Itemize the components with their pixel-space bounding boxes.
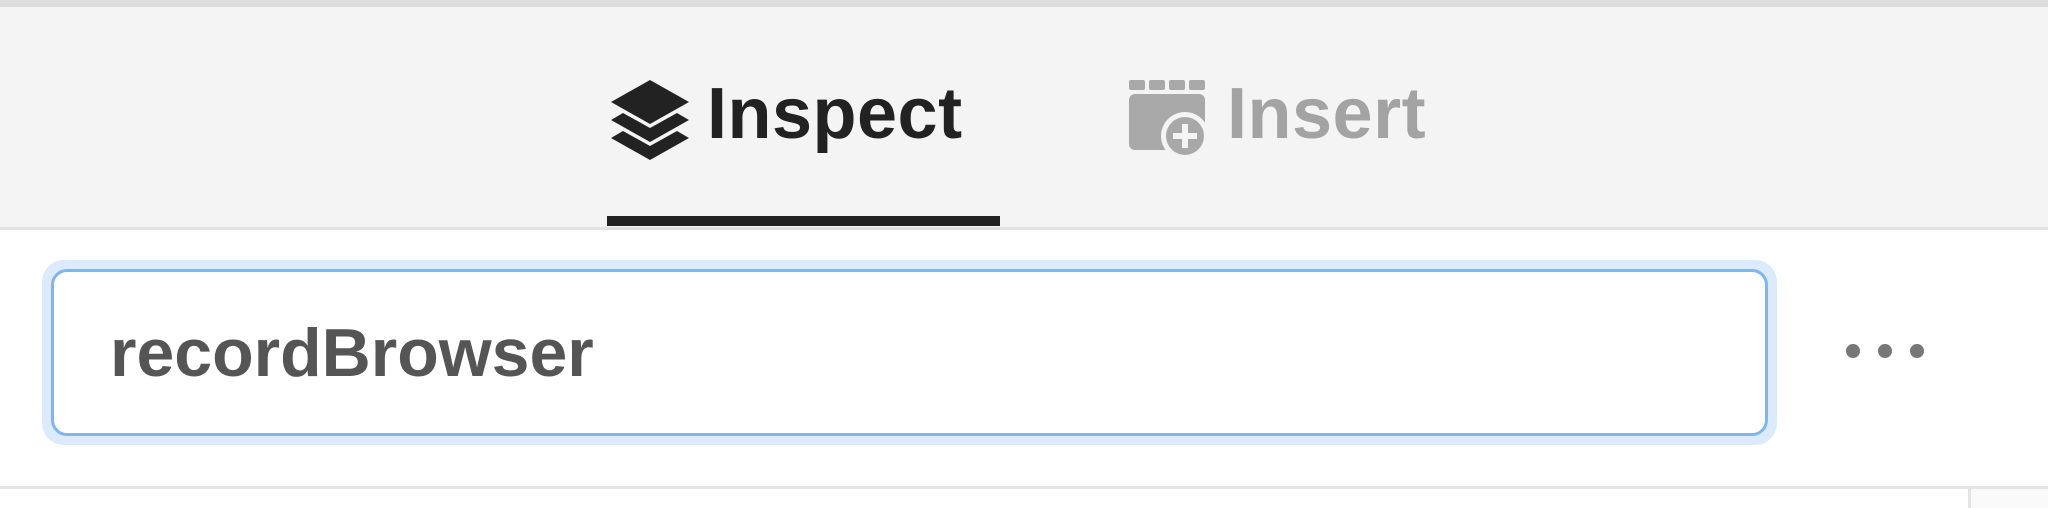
inspector-header [0,233,2048,508]
tab-inspect-label: Inspect [707,73,963,154]
insert-component-icon [1125,69,1215,169]
tab-insert[interactable]: Insert [1125,7,1455,230]
section-divider [0,486,2048,489]
more-options-button[interactable] [1830,318,1940,388]
active-tab-indicator [607,216,1000,226]
top-border [0,0,2048,7]
component-name-field-focus-ring [42,260,1777,445]
layers-icon [605,69,695,169]
tab-insert-label: Insert [1227,73,1427,154]
scrollbar-gutter [1968,489,2048,508]
tab-inspect[interactable]: Inspect [605,7,1000,230]
panel-tab-bar: Inspect Insert [0,7,2048,230]
component-name-input[interactable] [51,269,1768,436]
more-horizontal-icon [1843,341,1927,366]
